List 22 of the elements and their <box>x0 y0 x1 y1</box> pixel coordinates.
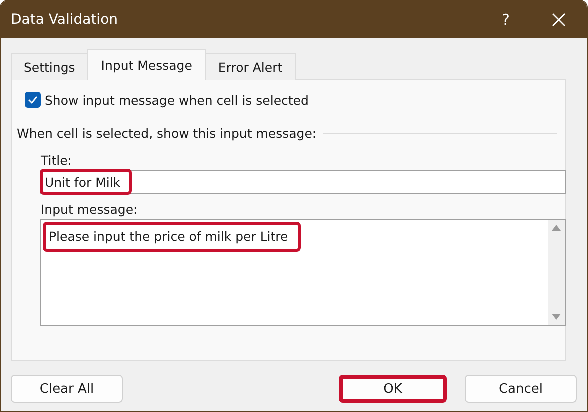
cancel-button[interactable]: Cancel <box>465 375 577 403</box>
window-title: Data Validation <box>11 12 120 28</box>
tab[interactable]: Input Message <box>87 49 206 80</box>
up-arrow-icon <box>552 225 561 231</box>
check-icon <box>28 96 38 104</box>
message-field[interactable]: Please input the price of milk per Litre <box>40 219 566 326</box>
scrollbar[interactable] <box>548 220 565 325</box>
ok-button[interactable]: OK <box>339 375 447 403</box>
clear-all-button[interactable]: Clear All <box>11 375 123 403</box>
tab[interactable]: Error Alert <box>205 53 296 80</box>
field-label: Input message: <box>41 202 138 217</box>
field-value: Unit for Milk <box>40 169 132 195</box>
close-icon <box>552 12 566 26</box>
checkbox[interactable] <box>25 92 41 108</box>
group-label: When cell is selected, show this input message: <box>17 126 317 141</box>
down-arrow-icon <box>552 314 561 320</box>
title-field[interactable]: Unit for Milk <box>40 170 566 194</box>
tab[interactable]: Settings <box>11 53 88 80</box>
checkbox-label: Show input message when cell is selected <box>45 92 309 108</box>
field-label: Title: <box>41 153 72 168</box>
field-value: Please input the price of milk per Litre <box>43 222 302 252</box>
help-button[interactable]: ? <box>481 10 531 28</box>
